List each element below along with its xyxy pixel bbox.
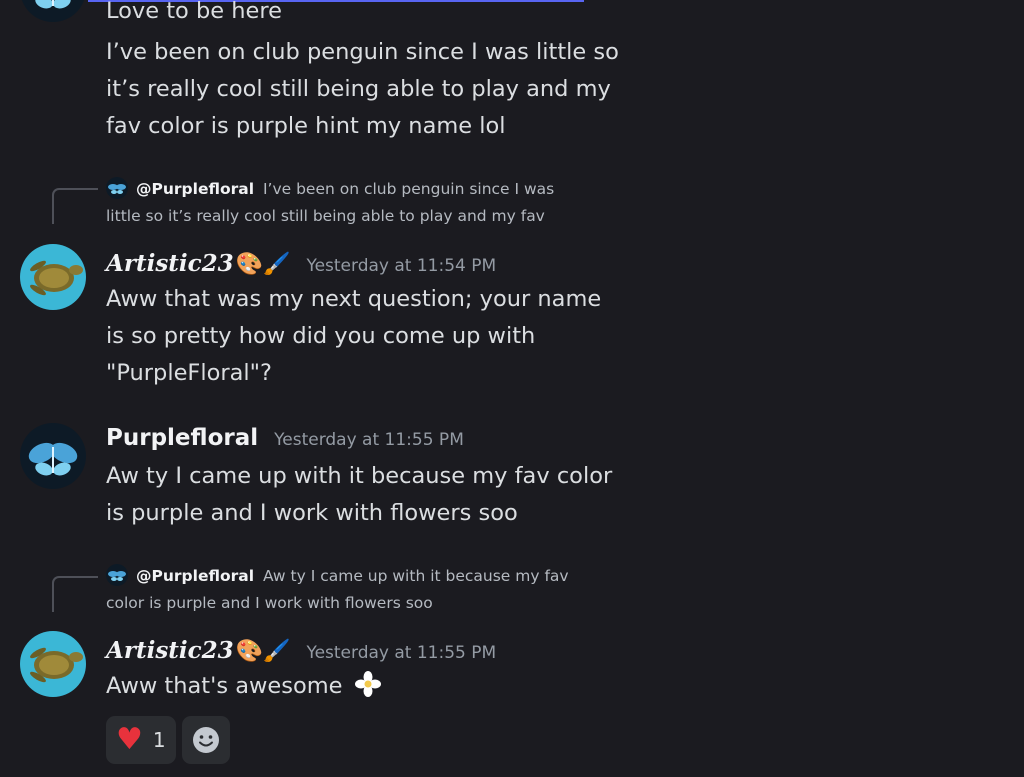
reactions-bar: ♥ 1 bbox=[106, 716, 230, 764]
message-header: Artistic23 🎨🖌️ Yesterday at 11:55 PM bbox=[106, 637, 496, 669]
white-flower-emoji bbox=[354, 671, 381, 697]
butterfly-avatar[interactable] bbox=[20, 0, 86, 22]
reply-connector bbox=[52, 188, 98, 224]
timestamp[interactable]: Yesterday at 11:55 PM bbox=[306, 643, 496, 663]
timestamp[interactable]: Yesterday at 11:54 PM bbox=[306, 256, 496, 276]
butterfly-avatar-mini bbox=[106, 564, 128, 586]
message-text: Aww that's awesome bbox=[106, 673, 343, 699]
username[interactable]: Artistic23 bbox=[106, 637, 234, 664]
message-text: Aw ty I came up with it because my fav c… bbox=[106, 463, 613, 526]
chat-view: Love to be here I’ve been on club pengui… bbox=[0, 0, 1024, 777]
sea-turtle-avatar[interactable] bbox=[20, 631, 86, 697]
heart-reaction[interactable]: ♥ 1 bbox=[106, 716, 176, 764]
butterfly-avatar[interactable] bbox=[20, 423, 86, 489]
message-text: Aww that was my next question; your name… bbox=[106, 286, 602, 386]
sea-turtle-avatar[interactable] bbox=[20, 244, 86, 310]
username[interactable]: Artistic23 bbox=[106, 250, 234, 277]
reply-excerpt-line2: color is purple and I work with flowers … bbox=[106, 594, 433, 612]
reply-preview[interactable]: @Purplefloral I’ve been on club penguin … bbox=[106, 176, 626, 230]
reply-preview[interactable]: @Purplefloral Aw ty I came up with it be… bbox=[106, 563, 626, 617]
message-header: Purplefloral Yesterday at 11:55 PM bbox=[106, 425, 464, 457]
username-emoji: 🎨🖌️ bbox=[235, 252, 291, 277]
reply-mention[interactable]: @Purplefloral bbox=[136, 567, 254, 585]
username[interactable]: Purplefloral bbox=[106, 425, 258, 451]
message-text-row: Aww that's awesome bbox=[106, 668, 666, 705]
reply-connector bbox=[52, 576, 98, 612]
message-text: I’ve been on club penguin since I was li… bbox=[106, 39, 619, 139]
reply-excerpt-line2: little so it’s really cool still being a… bbox=[106, 207, 545, 225]
heart-icon: ♥ bbox=[116, 722, 143, 757]
reaction-count: 1 bbox=[152, 728, 166, 752]
message-header: Artistic23 🎨🖌️ Yesterday at 11:54 PM bbox=[106, 250, 496, 282]
timestamp[interactable]: Yesterday at 11:55 PM bbox=[274, 430, 464, 450]
reply-excerpt: Aw ty I came up with it because my fav bbox=[262, 567, 569, 585]
username-emoji: 🎨🖌️ bbox=[235, 639, 291, 664]
reply-excerpt: I’ve been on club penguin since I was bbox=[262, 180, 555, 198]
reply-mention[interactable]: @Purplefloral bbox=[136, 180, 254, 198]
message-text: Love to be here bbox=[106, 0, 282, 24]
butterfly-avatar-mini bbox=[106, 177, 128, 199]
add-reaction-button[interactable] bbox=[181, 716, 230, 764]
smiley-add-reaction-icon bbox=[192, 727, 219, 753]
